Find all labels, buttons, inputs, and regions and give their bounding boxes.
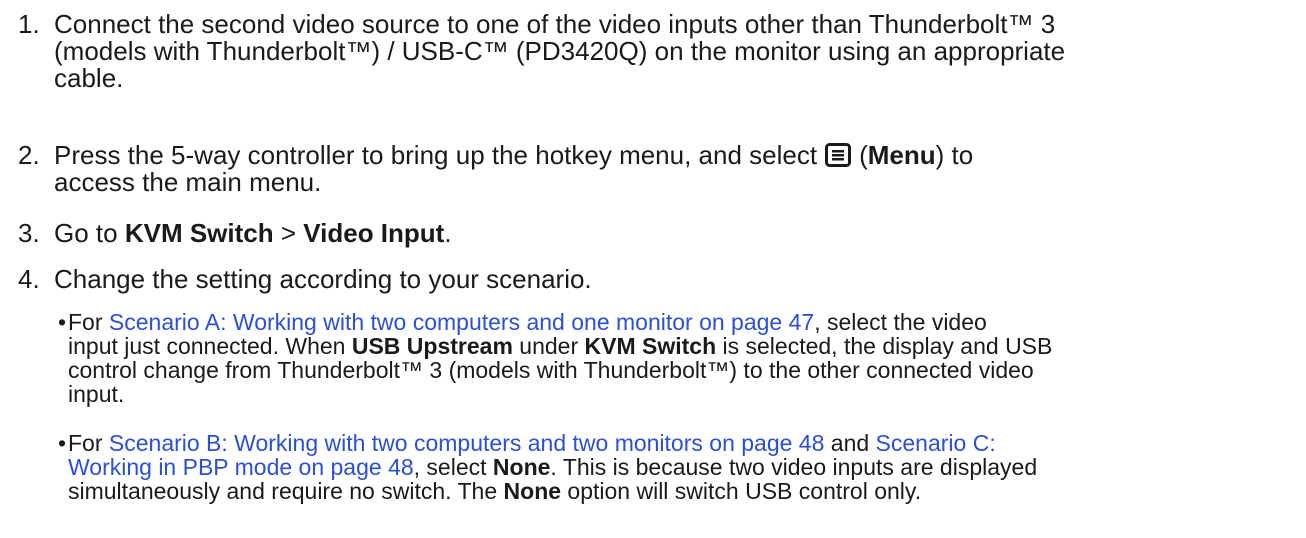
menu-icon <box>825 143 852 167</box>
step-3: 3. Go to KVM Switch > Video Input. <box>18 220 1294 247</box>
none-label: None <box>492 454 551 480</box>
step-4: 4. Change the setting according to your … <box>18 266 1294 293</box>
step-text: Connect the second video source to one o… <box>54 11 1294 92</box>
scenario-c-link[interactable]: Scenario C: <box>876 430 996 456</box>
bullet-line: For Scenario B: Working with two compute… <box>68 430 996 456</box>
step-line: cable. <box>54 63 124 93</box>
step-number: 4. <box>18 264 40 294</box>
step-number: 1. <box>18 9 40 39</box>
bullet-text: For Scenario A: Working with two compute… <box>68 310 1298 406</box>
kvm-switch-label: KVM Switch <box>584 333 717 359</box>
bullet-line: input just connected. When USB Upstream … <box>68 333 1053 359</box>
scenario-a-link[interactable]: Scenario A: Working with two computers a… <box>109 309 814 335</box>
kvm-switch-label: KVM Switch <box>124 218 274 248</box>
step-text: Change the setting according to your sce… <box>54 264 592 294</box>
step-line: Connect the second video source to one o… <box>54 9 1056 39</box>
bullet-line: input. <box>68 381 125 407</box>
usb-upstream-label: USB Upstream <box>351 333 513 359</box>
scenario-c-link[interactable]: Working in PBP mode on page 48 <box>68 454 414 480</box>
step-1: 1. Connect the second video source to on… <box>18 11 1294 92</box>
none-label: None <box>503 478 562 504</box>
step-text: Press the 5-way controller to bring up t… <box>54 142 1294 196</box>
document-page: 1. Connect the second video source to on… <box>0 0 1306 538</box>
step-line: (models with Thunderbolt™) / USB-C™ (PD3… <box>54 36 1066 66</box>
bullet-line: Working in PBP mode on page 48, select N… <box>68 454 1038 480</box>
bullet-dot: • <box>58 430 67 456</box>
bullet-line: simultaneously and require no switch. Th… <box>68 478 922 504</box>
bullet-scenario-a: • For Scenario A: Working with two compu… <box>58 310 1298 406</box>
bullet-dot: • <box>58 309 67 335</box>
step-line: Press the 5-way controller to bring up t… <box>54 140 974 170</box>
bullet-scenario-b-c: • For Scenario B: Working with two compu… <box>58 431 1298 503</box>
bullet-text: For Scenario B: Working with two compute… <box>68 431 1298 503</box>
scenario-b-link[interactable]: Scenario B: Working with two computers a… <box>109 430 825 456</box>
bullet-line: control change from Thunderbolt™ 3 (mode… <box>68 357 1034 383</box>
video-input-label: Video Input <box>303 218 445 248</box>
step-line: access the main menu. <box>54 167 322 197</box>
step-number: 3. <box>18 218 40 248</box>
bullet-line: For Scenario A: Working with two compute… <box>68 309 987 335</box>
menu-label: Menu <box>867 140 936 170</box>
step-text: Go to KVM Switch > Video Input. <box>54 218 452 248</box>
step-2: 2. Press the 5-way controller to bring u… <box>18 142 1294 196</box>
step-number: 2. <box>18 140 40 170</box>
